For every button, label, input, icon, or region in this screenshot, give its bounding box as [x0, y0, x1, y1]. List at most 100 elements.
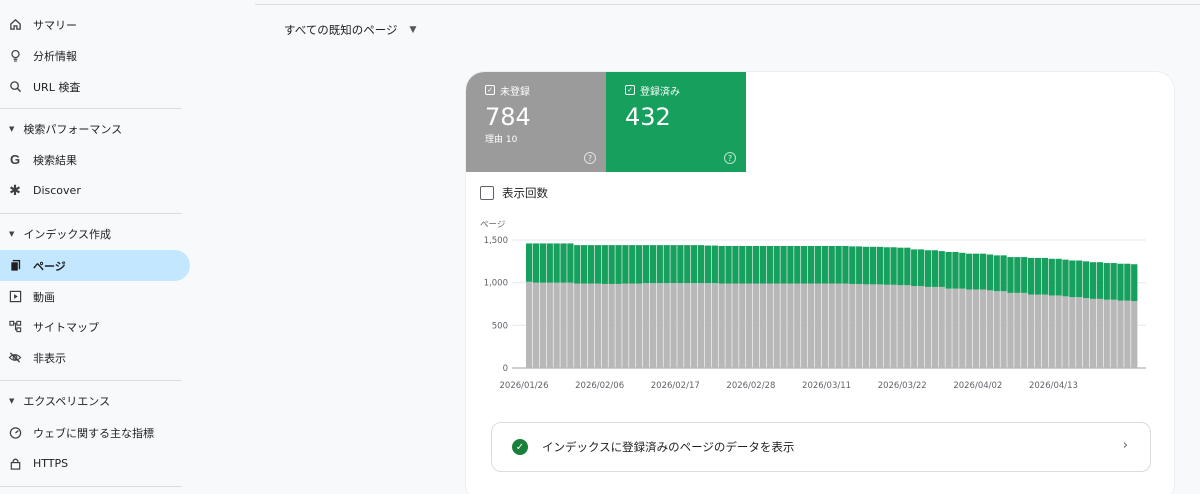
bar-not-indexed[interactable]: [1055, 295, 1062, 368]
bar-not-indexed[interactable]: [594, 283, 602, 368]
bar-indexed[interactable]: [711, 245, 718, 284]
bar-indexed[interactable]: [952, 251, 959, 289]
bar-indexed[interactable]: [814, 245, 822, 284]
bar-not-indexed[interactable]: [766, 283, 773, 368]
bar-indexed[interactable]: [718, 245, 725, 284]
bar-not-indexed[interactable]: [1021, 292, 1028, 368]
bar-not-indexed[interactable]: [746, 283, 753, 368]
bar-indexed[interactable]: [911, 249, 918, 287]
bar-indexed[interactable]: [924, 250, 932, 287]
bar-not-indexed[interactable]: [629, 283, 636, 368]
bar-indexed[interactable]: [656, 245, 663, 284]
bar-not-indexed[interactable]: [670, 283, 677, 368]
bar-not-indexed[interactable]: [959, 288, 966, 368]
bar-not-indexed[interactable]: [526, 281, 533, 368]
bar-indexed[interactable]: [1021, 257, 1028, 293]
bar-not-indexed[interactable]: [807, 283, 815, 368]
bar-not-indexed[interactable]: [979, 289, 987, 368]
bar-indexed[interactable]: [979, 253, 987, 290]
bar-indexed[interactable]: [1007, 257, 1014, 293]
bar-indexed[interactable]: [732, 245, 739, 284]
bar-indexed[interactable]: [752, 245, 760, 284]
section-search-performance[interactable]: ▼ 検索パフォーマンス: [0, 115, 190, 143]
bar-not-indexed[interactable]: [917, 286, 925, 368]
sidebar-item-https[interactable]: HTTPS: [0, 448, 190, 479]
bar-indexed[interactable]: [780, 245, 787, 284]
bar-not-indexed[interactable]: [752, 283, 760, 368]
bar-not-indexed[interactable]: [574, 283, 581, 368]
bar-indexed[interactable]: [959, 252, 966, 289]
checkbox-checked-icon[interactable]: ✓: [485, 85, 495, 95]
bar-indexed[interactable]: [532, 243, 540, 283]
bar-not-indexed[interactable]: [883, 284, 890, 368]
bar-not-indexed[interactable]: [1000, 291, 1007, 368]
impressions-toggle[interactable]: 表示回数: [480, 185, 548, 201]
bar-indexed[interactable]: [649, 245, 657, 284]
bar-indexed[interactable]: [869, 246, 877, 285]
sidebar-item-sitemaps[interactable]: サイトマップ: [0, 311, 190, 342]
bar-not-indexed[interactable]: [1096, 298, 1104, 368]
bar-not-indexed[interactable]: [1117, 300, 1124, 368]
bar-indexed[interactable]: [1110, 263, 1117, 300]
bar-not-indexed[interactable]: [1062, 296, 1069, 368]
bar-not-indexed[interactable]: [649, 283, 657, 368]
bar-indexed[interactable]: [704, 245, 712, 284]
bar-indexed[interactable]: [1089, 262, 1097, 299]
bar-indexed[interactable]: [897, 247, 904, 286]
bar-not-indexed[interactable]: [986, 290, 993, 368]
sidebar-item-removals[interactable]: 非表示: [0, 342, 190, 373]
bar-indexed[interactable]: [835, 245, 842, 284]
bar-not-indexed[interactable]: [924, 286, 932, 368]
bar-not-indexed[interactable]: [1069, 297, 1076, 368]
bar-not-indexed[interactable]: [1027, 294, 1035, 368]
bar-indexed[interactable]: [663, 245, 670, 284]
bar-indexed[interactable]: [1048, 258, 1055, 296]
bar-indexed[interactable]: [725, 245, 732, 284]
sidebar-item-summary[interactable]: サマリー: [0, 9, 190, 40]
bar-indexed[interactable]: [608, 245, 615, 284]
bar-not-indexed[interactable]: [842, 283, 849, 368]
bar-not-indexed[interactable]: [532, 282, 540, 368]
bar-indexed[interactable]: [1131, 264, 1138, 302]
bar-indexed[interactable]: [746, 245, 753, 284]
bar-not-indexed[interactable]: [938, 286, 945, 368]
bar-not-indexed[interactable]: [876, 284, 883, 368]
bar-indexed[interactable]: [1103, 263, 1110, 300]
bar-indexed[interactable]: [1082, 261, 1090, 299]
bar-not-indexed[interactable]: [787, 283, 794, 368]
help-icon[interactable]: ?: [584, 152, 596, 164]
bar-not-indexed[interactable]: [608, 283, 615, 368]
bar-indexed[interactable]: [697, 245, 705, 284]
bar-not-indexed[interactable]: [911, 286, 918, 368]
bar-not-indexed[interactable]: [725, 283, 732, 368]
bar-indexed[interactable]: [581, 245, 588, 284]
bar-indexed[interactable]: [856, 246, 863, 284]
bar-indexed[interactable]: [539, 243, 547, 283]
bar-not-indexed[interactable]: [759, 283, 767, 368]
bar-indexed[interactable]: [1117, 263, 1124, 301]
bar-indexed[interactable]: [622, 245, 629, 284]
bar-not-indexed[interactable]: [1076, 297, 1083, 368]
bar-indexed[interactable]: [883, 247, 890, 285]
sidebar-item-search-results[interactable]: G 検索結果: [0, 144, 190, 175]
bar-indexed[interactable]: [1034, 257, 1042, 295]
bar-indexed[interactable]: [876, 246, 883, 285]
bar-indexed[interactable]: [526, 243, 533, 282]
bar-indexed[interactable]: [677, 245, 684, 284]
bar-not-indexed[interactable]: [732, 283, 739, 368]
bar-indexed[interactable]: [553, 243, 560, 283]
sidebar-item-core-web-vitals[interactable]: ウェブに関する主な指標: [0, 417, 190, 448]
view-indexed-pages-link[interactable]: ✓ インデックスに登録済みのページのデータを表示 ›: [491, 422, 1151, 472]
bar-not-indexed[interactable]: [849, 283, 856, 368]
bar-not-indexed[interactable]: [773, 283, 780, 368]
bar-indexed[interactable]: [1041, 257, 1049, 295]
bar-indexed[interactable]: [917, 249, 925, 287]
bar-not-indexed[interactable]: [615, 283, 622, 368]
bar-indexed[interactable]: [587, 245, 595, 284]
bar-not-indexed[interactable]: [553, 282, 560, 368]
bar-indexed[interactable]: [807, 245, 815, 284]
bar-not-indexed[interactable]: [642, 283, 650, 368]
bar-not-indexed[interactable]: [601, 283, 608, 368]
bar-not-indexed[interactable]: [711, 283, 718, 368]
bar-not-indexed[interactable]: [697, 283, 705, 368]
